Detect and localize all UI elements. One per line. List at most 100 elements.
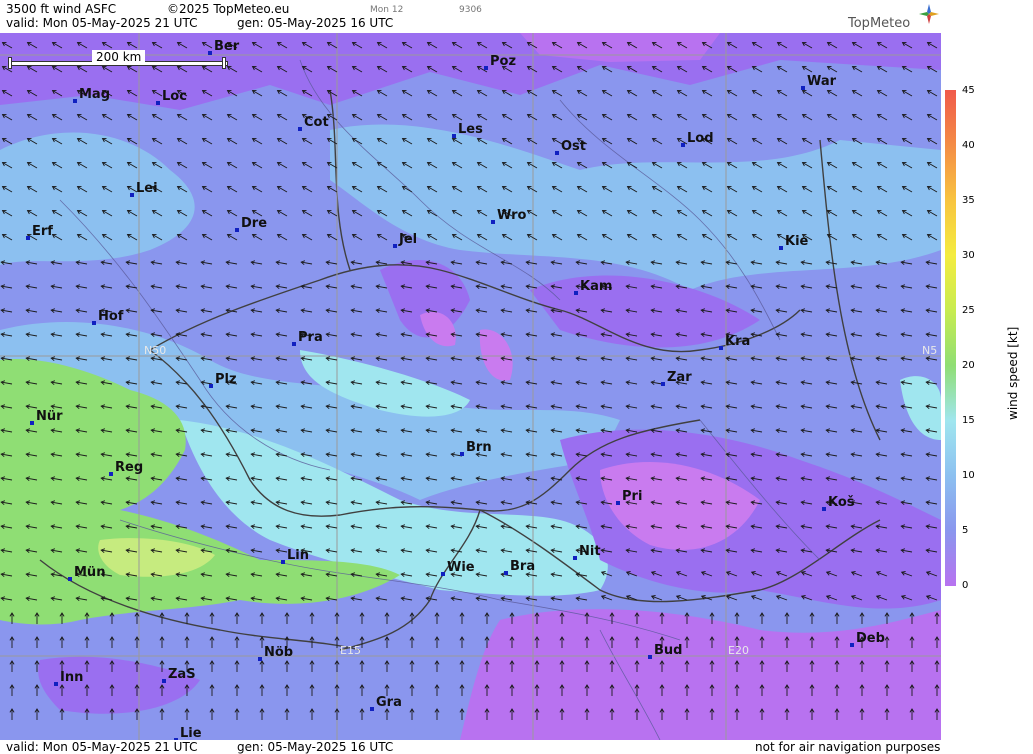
city-label: Jel [398,232,417,247]
grid-label-e20: E20 [728,644,749,657]
city-marker [616,501,620,505]
city-marker [801,86,805,90]
compass-star-icon [919,4,939,24]
city-marker [92,321,96,325]
grid-label-e15: E15 [340,644,361,657]
colorbar-tick-label: 30 [962,250,975,261]
scale-label: 200 km [92,50,146,64]
city-marker [292,342,296,346]
city-marker [648,655,652,659]
city-label: Mag [79,87,110,102]
colorbar-tick-label: 15 [962,415,975,426]
scale-bar: 200 km [8,50,228,69]
code-label: 9306 [459,5,482,15]
city-label: Nöb [264,645,293,660]
city-label: Poz [490,54,516,69]
city-label: Nit [579,544,601,559]
city-label: Nür [36,409,63,424]
city-marker [54,682,58,686]
colorbar-tick-label: 0 [962,580,969,591]
city-marker [573,556,577,560]
city-label: Dre [241,216,267,231]
footer-generated-time: gen: 05-May-2025 16 UTC [237,740,394,754]
city-marker [504,571,508,575]
city-label: Lei [136,181,158,196]
city-label: Pri [622,489,642,504]
city-marker [661,382,665,386]
city-label: Bud [654,643,682,658]
city-marker [822,507,826,511]
city-marker [850,643,854,647]
topmeteo-logo[interactable]: TopMeteo [848,3,940,31]
city-label: Ost [561,139,586,154]
city-label: Kie [785,234,809,249]
city-label: Lod [687,131,714,146]
generated-time: gen: 05-May-2025 16 UTC [237,16,394,30]
colorbar-tick-label: 25 [962,305,975,316]
colorbar-tick-label: 5 [962,525,969,536]
product-title: 3500 ft wind ASFC [6,2,117,16]
city-label: Ber [214,39,240,54]
disclaimer-text: not for air navigation purposes [755,740,941,754]
colorbar-tick-label: 45 [962,85,975,96]
city-label: Koš [828,495,855,510]
colorbar-tick-label: 10 [962,470,975,481]
city-label: Deb [856,631,885,646]
colorbar-tick-label: 40 [962,140,975,151]
wind-map[interactable]: N50 N5 E15 E20 Ber Poz War Mag Loc Cot Les Ost L… [0,33,941,740]
colorbar-title: wind speed [kt] [1006,326,1020,420]
city-marker [130,193,134,197]
city-marker [681,143,685,147]
city-label: Loc [162,89,187,104]
city-marker [719,346,723,350]
city-marker [491,220,495,224]
city-label: Inn [60,670,83,685]
city-marker [258,657,262,661]
city-marker [298,127,302,131]
city-marker [30,421,34,425]
city-marker [484,66,488,70]
city-label: ZaS [168,667,196,682]
city-label: Bra [510,559,535,574]
city-label: Wro [497,208,527,223]
city-label: Kam [580,279,612,294]
city-marker [555,151,559,155]
city-marker [109,472,113,476]
city-label: Kra [725,334,750,349]
colorbar-tick-label: 35 [962,195,975,206]
city-label: Hof [98,309,124,324]
city-label: Wie [447,560,475,575]
run-label: Mon 12 [370,5,404,15]
city-label: War [807,74,837,89]
city-marker [441,572,445,576]
city-label: Mün [74,565,105,580]
city-label: Gra [376,695,402,710]
city-label: Zar [667,370,692,385]
city-marker [779,246,783,250]
city-marker [68,577,72,581]
city-marker [393,244,397,248]
city-marker [26,236,30,240]
valid-time: valid: Mon 05-May-2025 21 UTC [6,16,198,30]
city-marker [162,679,166,683]
city-marker [73,99,77,103]
city-label: Brn [466,440,492,455]
logo-text: TopMeteo [848,16,911,31]
grid-label-n5: N5 [922,344,937,357]
city-marker [452,134,456,138]
wind-speed-field [0,33,941,740]
footer-valid-time: valid: Mon 05-May-2025 21 UTC [6,740,198,754]
city-label: Plz [215,372,237,387]
colorbar-tick-label: 20 [962,360,975,371]
copyright-text: ©2025 TopMeteo.eu [167,2,290,16]
city-label: Lin [287,548,309,563]
city-label: Reg [115,460,143,475]
city-marker [235,228,239,232]
city-marker [156,101,160,105]
city-marker [209,384,213,388]
grid-label-n50: N50 [144,344,166,357]
city-marker [574,291,578,295]
city-marker [460,452,464,456]
city-marker [281,560,285,564]
city-label: Cot [304,115,329,130]
